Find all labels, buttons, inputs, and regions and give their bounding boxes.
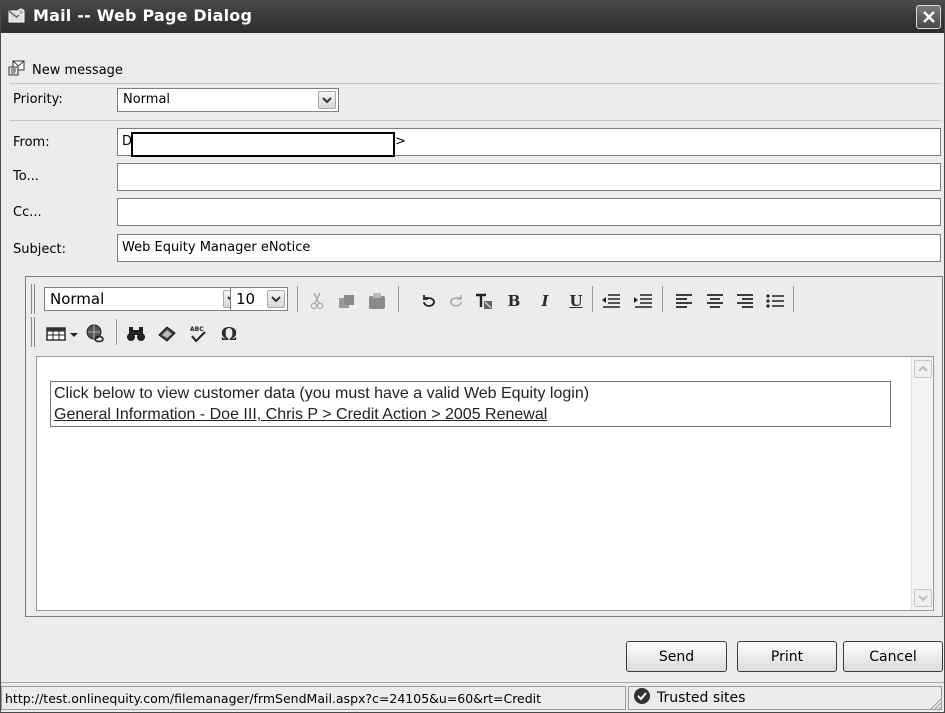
- paste-icon[interactable]: [366, 290, 388, 312]
- chevron-down-icon[interactable]: [318, 91, 336, 109]
- bullet-list-icon[interactable]: [764, 290, 786, 312]
- status-url: http://test.onlinequity.com/filemanager/…: [1, 686, 626, 710]
- send-button[interactable]: Send: [626, 641, 727, 672]
- from-value-end: >: [395, 134, 406, 149]
- remove-format-icon[interactable]: [473, 290, 495, 312]
- special-char-icon[interactable]: Ω: [219, 323, 239, 345]
- redaction-box: [131, 132, 395, 157]
- subject-label: Subject:: [13, 242, 66, 257]
- close-button[interactable]: [916, 5, 941, 29]
- print-button[interactable]: Print: [737, 641, 837, 672]
- to-field[interactable]: [117, 163, 941, 191]
- cc-label: Cc...: [13, 205, 42, 220]
- insert-toolbar-row: ABC Ω: [26, 319, 942, 345]
- from-label: From:: [13, 135, 50, 150]
- body-text-line: Click below to view customer data (you m…: [54, 385, 590, 402]
- undo-icon[interactable]: [420, 290, 438, 312]
- toolbar-separator: [398, 286, 399, 312]
- toolbar-separator: [662, 286, 663, 312]
- window-title: Mail -- Web Page Dialog: [33, 6, 253, 25]
- spellbook-icon[interactable]: [156, 323, 178, 345]
- align-right-icon[interactable]: [735, 290, 755, 312]
- chevron-down-icon: [918, 595, 928, 602]
- toolbar-separator: [592, 286, 593, 312]
- cut-icon[interactable]: [308, 290, 326, 312]
- mail-dialog-window: Mail -- Web Page Dialog New message Prio…: [0, 0, 945, 713]
- subject-field[interactable]: Web Equity Manager eNotice: [117, 234, 941, 262]
- mail-icon: [8, 8, 26, 24]
- cancel-button[interactable]: Cancel: [843, 641, 943, 672]
- format-toolbar-row: B I U: [26, 286, 942, 312]
- outdent-icon[interactable]: [600, 290, 622, 312]
- trusted-sites-icon: [633, 687, 651, 709]
- close-icon: [922, 11, 935, 23]
- italic-button[interactable]: I: [537, 290, 553, 312]
- customer-data-link[interactable]: General Information - Doe III, Chris P >…: [54, 404, 887, 425]
- hyperlink-icon[interactable]: [85, 323, 107, 345]
- copy-icon[interactable]: [336, 290, 358, 312]
- vertical-scrollbar[interactable]: [911, 357, 933, 610]
- priority-label: Priority:: [13, 92, 63, 107]
- title-bar: Mail -- Web Page Dialog: [1, 1, 944, 33]
- find-icon[interactable]: [125, 323, 147, 345]
- indent-icon[interactable]: [632, 290, 654, 312]
- divider: [10, 120, 941, 121]
- new-message-icon: [8, 60, 26, 80]
- message-body-editor[interactable]: Click below to view customer data (you m…: [36, 356, 934, 611]
- to-label: To...: [13, 169, 39, 184]
- align-left-icon[interactable]: [674, 290, 694, 312]
- underline-button[interactable]: U: [568, 290, 584, 312]
- resize-grip-icon[interactable]: [928, 696, 942, 710]
- notice-box: Click below to view customer data (you m…: [50, 381, 891, 427]
- spellcheck-icon[interactable]: ABC: [187, 323, 209, 345]
- new-message-label: New message: [32, 62, 123, 78]
- align-center-icon[interactable]: [705, 290, 725, 312]
- redo-icon[interactable]: [447, 290, 465, 312]
- security-zone-label: Trusted sites: [657, 690, 746, 706]
- scroll-up-button[interactable]: [914, 360, 932, 378]
- toolbar-separator: [793, 286, 794, 312]
- scroll-down-button[interactable]: [914, 589, 932, 607]
- bold-button[interactable]: B: [506, 290, 522, 312]
- status-bar: http://test.onlinequity.com/filemanager/…: [1, 682, 944, 712]
- divider: [10, 83, 941, 84]
- chevron-up-icon: [918, 365, 928, 372]
- priority-value: Normal: [123, 92, 171, 107]
- table-icon[interactable]: [46, 323, 80, 345]
- toolbar-separator: [116, 319, 117, 345]
- svg-text:ABC: ABC: [190, 326, 204, 333]
- cc-field[interactable]: [117, 198, 941, 226]
- new-message-button[interactable]: New message: [8, 60, 123, 80]
- priority-select[interactable]: Normal: [117, 88, 339, 112]
- security-zone: Trusted sites: [628, 686, 942, 710]
